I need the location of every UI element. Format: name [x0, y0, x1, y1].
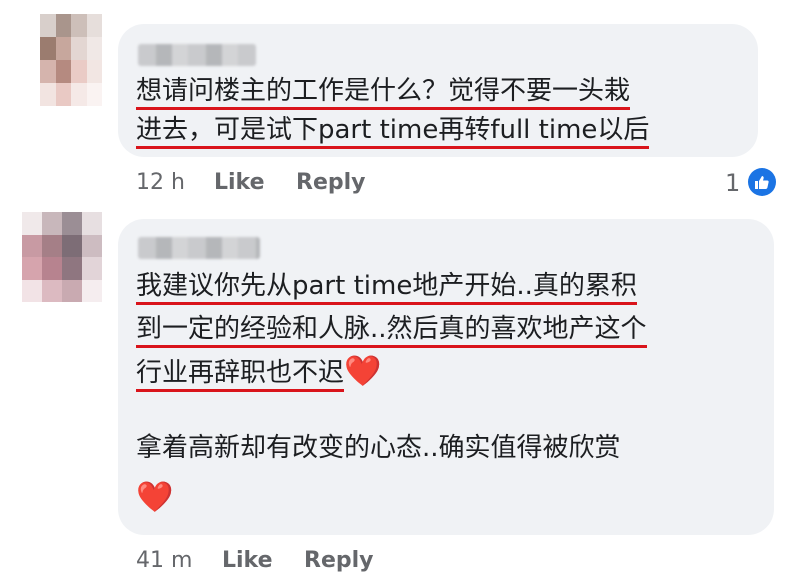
comment-bubble: 想请问楼主的工作是什么？觉得不要一头栽 进去，可是试下part time再转fu…	[118, 24, 758, 157]
avatar[interactable]	[22, 212, 102, 302]
reply-button[interactable]: Reply	[296, 170, 366, 195]
thumbs-up-icon[interactable]	[748, 168, 776, 196]
like-button[interactable]: Like	[222, 548, 273, 573]
reaction-count[interactable]: 1	[725, 169, 740, 197]
comment-text-line: 进去，可是试下part time再转full time以后	[136, 113, 650, 149]
heart-emoji: ❤️	[136, 480, 174, 515]
commenter-name[interactable]	[138, 237, 260, 259]
comment-bubble: 我建议你先从part time地产开始..真的累积 到一定的经验和人脉..然后真…	[118, 219, 774, 535]
avatar[interactable]	[40, 14, 102, 106]
comment-timestamp[interactable]: 12 h	[136, 170, 185, 195]
comment-timestamp[interactable]: 41 m	[136, 548, 192, 573]
like-button[interactable]: Like	[214, 170, 265, 195]
heart-emoji: ❤️	[344, 354, 382, 389]
reply-button[interactable]: Reply	[304, 548, 374, 573]
comment-text-line: 拿着高新却有改变的心态..确实值得被欣赏	[136, 433, 621, 463]
comment-text-line: 到一定的经验和人脉..然后真的喜欢地产这个	[136, 312, 647, 348]
commenter-name[interactable]	[138, 44, 256, 66]
comment-text-line: 行业再辞职也不迟❤️	[136, 354, 382, 392]
comment-text-line: 我建议你先从part time地产开始..真的累积	[136, 269, 637, 305]
comment-text-line: 想请问楼主的工作是什么？觉得不要一头栽	[136, 74, 631, 110]
